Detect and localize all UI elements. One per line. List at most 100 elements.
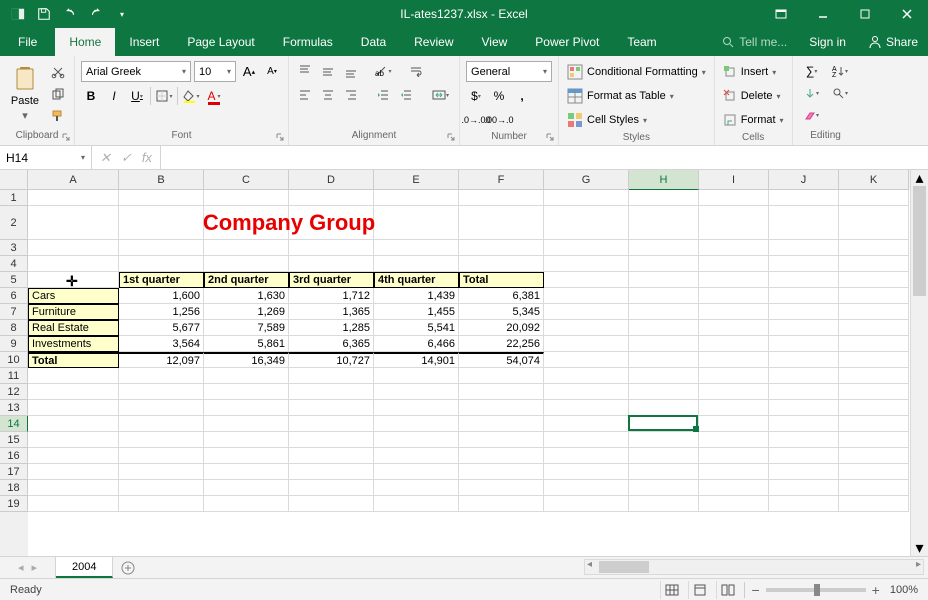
cell[interactable]: [544, 272, 629, 288]
tab-data[interactable]: Data: [347, 28, 400, 56]
cell[interactable]: [839, 288, 909, 304]
cell[interactable]: 14,901: [374, 352, 459, 368]
cell[interactable]: [119, 190, 204, 206]
cell[interactable]: [699, 240, 769, 256]
cell[interactable]: [374, 432, 459, 448]
scroll-up-icon[interactable]: ▴: [911, 170, 928, 186]
align-bottom-icon[interactable]: [341, 61, 361, 81]
cell[interactable]: [769, 384, 839, 400]
col-header[interactable]: A: [28, 170, 119, 190]
cell[interactable]: [459, 480, 544, 496]
cell[interactable]: 1st quarter: [119, 272, 204, 288]
cell[interactable]: Cars: [28, 288, 119, 304]
cell[interactable]: [544, 190, 629, 206]
cell[interactable]: 1,455: [374, 304, 459, 320]
cell[interactable]: [839, 240, 909, 256]
align-center-icon[interactable]: [318, 85, 338, 105]
insert-function-icon[interactable]: fx: [142, 150, 152, 165]
number-format-select[interactable]: General▾: [466, 61, 552, 82]
cell[interactable]: [119, 400, 204, 416]
cell[interactable]: [769, 448, 839, 464]
cell[interactable]: [28, 496, 119, 512]
cell[interactable]: [119, 448, 204, 464]
cell[interactable]: [699, 352, 769, 368]
cell[interactable]: [699, 448, 769, 464]
row-header[interactable]: 17: [0, 464, 28, 480]
font-name-select[interactable]: Arial Greek▾: [81, 61, 191, 82]
cell[interactable]: [544, 288, 629, 304]
cell[interactable]: [28, 240, 119, 256]
cell[interactable]: [28, 256, 119, 272]
cells-area[interactable]: Company Group1st quarter2nd quarter3rd q…: [28, 190, 910, 556]
cell[interactable]: [459, 190, 544, 206]
cell[interactable]: [374, 240, 459, 256]
cell[interactable]: [204, 496, 289, 512]
sheet-tab-active[interactable]: 2004: [56, 557, 113, 578]
cell[interactable]: [699, 336, 769, 352]
cell[interactable]: [374, 448, 459, 464]
cell[interactable]: [289, 416, 374, 432]
align-middle-icon[interactable]: [318, 61, 338, 81]
cell[interactable]: [289, 190, 374, 206]
cell[interactable]: [204, 432, 289, 448]
wrap-text-button[interactable]: [405, 61, 427, 81]
cell[interactable]: 1,600: [119, 288, 204, 304]
cell[interactable]: [28, 272, 119, 288]
cell[interactable]: [289, 256, 374, 272]
cell[interactable]: [374, 384, 459, 400]
cell[interactable]: [629, 496, 699, 512]
cell[interactable]: [544, 320, 629, 336]
cell[interactable]: [289, 448, 374, 464]
cell[interactable]: [839, 464, 909, 480]
cell[interactable]: [459, 384, 544, 400]
cell[interactable]: [629, 384, 699, 400]
cell[interactable]: [374, 416, 459, 432]
fill-icon[interactable]: ▾: [799, 83, 825, 103]
cell[interactable]: [839, 368, 909, 384]
cell[interactable]: [839, 256, 909, 272]
merge-center-button[interactable]: ▾: [428, 85, 453, 105]
alignment-dialog-icon[interactable]: [445, 131, 457, 143]
cell[interactable]: [699, 304, 769, 320]
cell[interactable]: [629, 256, 699, 272]
cell[interactable]: [289, 496, 374, 512]
cell[interactable]: [28, 416, 119, 432]
cell[interactable]: [544, 206, 629, 240]
underline-button[interactable]: U▾: [127, 86, 147, 106]
increase-decimal-icon[interactable]: .0→.00: [466, 110, 486, 130]
cell[interactable]: [699, 206, 769, 240]
cell[interactable]: [119, 480, 204, 496]
row-header[interactable]: 15: [0, 432, 28, 448]
qat-customize-icon[interactable]: ▾: [110, 3, 134, 25]
cell[interactable]: [204, 190, 289, 206]
cell[interactable]: [28, 480, 119, 496]
cell[interactable]: 16,349: [204, 352, 289, 368]
page-layout-view-icon[interactable]: [688, 581, 710, 599]
col-header[interactable]: H: [629, 170, 699, 190]
cell[interactable]: [629, 206, 699, 240]
cell[interactable]: [289, 480, 374, 496]
cell[interactable]: 1,439: [374, 288, 459, 304]
cell[interactable]: [459, 206, 544, 240]
name-box[interactable]: H14▾: [0, 146, 92, 169]
col-header[interactable]: D: [289, 170, 374, 190]
page-break-view-icon[interactable]: [716, 581, 738, 599]
decrease-indent-icon[interactable]: [373, 85, 393, 105]
align-right-icon[interactable]: [341, 85, 361, 105]
percent-format-icon[interactable]: %: [489, 86, 509, 106]
cell[interactable]: 3rd quarter: [289, 272, 374, 288]
share-button[interactable]: Share: [858, 35, 928, 49]
cell[interactable]: [289, 368, 374, 384]
cell[interactable]: 5,541: [374, 320, 459, 336]
tab-page-layout[interactable]: Page Layout: [173, 28, 268, 56]
cell[interactable]: [119, 368, 204, 384]
format-painter-icon[interactable]: [48, 106, 68, 126]
cell[interactable]: [629, 464, 699, 480]
cell[interactable]: [544, 464, 629, 480]
cell[interactable]: [839, 304, 909, 320]
cell[interactable]: [289, 432, 374, 448]
cell[interactable]: [629, 240, 699, 256]
cell[interactable]: [544, 416, 629, 432]
cell[interactable]: [629, 448, 699, 464]
cell[interactable]: [544, 256, 629, 272]
